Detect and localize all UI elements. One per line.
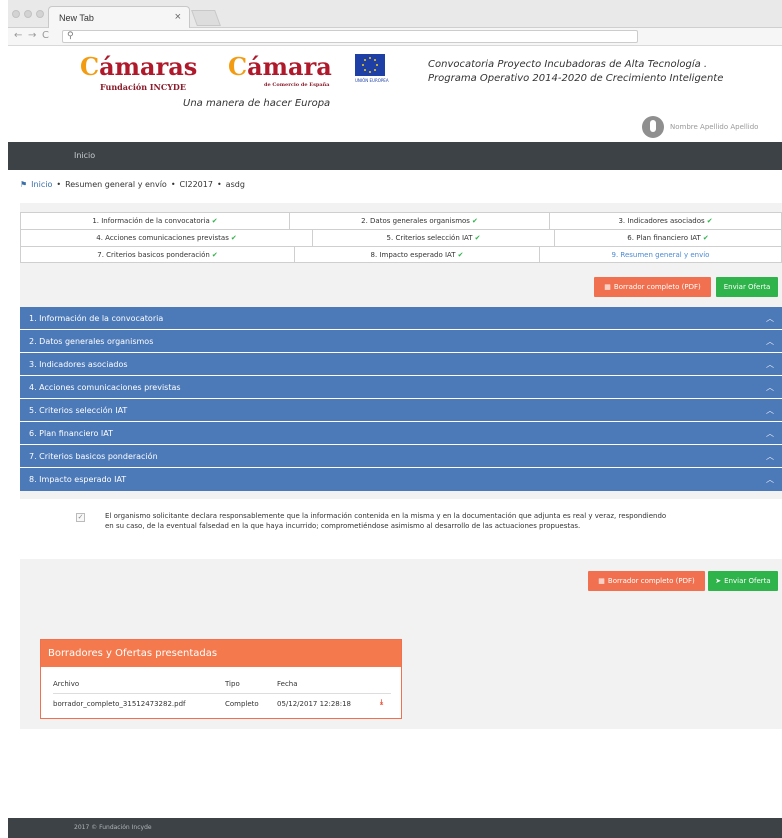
borradores-panel: Borradores y Ofertas presentadas Archivo… — [40, 639, 402, 719]
check-icon: ✔ — [471, 217, 478, 225]
chevron-up-icon: ︿ — [766, 383, 774, 392]
browser-window: New Tab × ← → C ⚲ Cámaras Fundación INCY… — [8, 0, 782, 838]
step-1[interactable]: 1. Información de la convocatoria ✔ — [20, 212, 289, 229]
step-2[interactable]: 2. Datos generales organismos ✔ — [289, 212, 549, 229]
accordion-section-6[interactable]: 6. Plan financiero IAT ︿ — [20, 422, 782, 445]
declaration-checkbox[interactable]: ✓ — [76, 513, 85, 522]
accordion-section-5[interactable]: 5. Criterios selección IAT ︿ — [20, 399, 782, 422]
close-tab-icon[interactable]: × — [175, 11, 181, 23]
accordion-section-3[interactable]: 3. Indicadores asociados ︿ — [20, 353, 782, 376]
chevron-up-icon: ︿ — [766, 337, 774, 346]
enviar-oferta-button-bottom[interactable]: ➤ Enviar Oferta — [708, 571, 778, 591]
step-9-active[interactable]: 9. Resumen general y envío — [539, 246, 782, 263]
panel-title: Borradores y Ofertas presentadas — [41, 640, 401, 667]
minimize-window-button[interactable] — [24, 10, 32, 18]
chevron-up-icon: ︿ — [766, 429, 774, 438]
camara-espana-logo[interactable]: Cámara de Comercio de España — [228, 52, 332, 88]
pdf-icon: ▦ — [598, 577, 605, 585]
accordion-section-8[interactable]: 8. Impacto esperado IAT ︿ — [20, 468, 782, 491]
enviar-oferta-button[interactable]: Enviar Oferta — [716, 277, 778, 297]
browser-tab-bar: New Tab × — [8, 0, 782, 28]
home-icon[interactable]: ⚑ — [20, 180, 27, 189]
send-icon: ➤ — [715, 577, 722, 585]
tagline: Una manera de hacer Europa — [183, 98, 331, 109]
accordion-section-4[interactable]: 4. Acciones comunicaciones previstas ︿ — [20, 376, 782, 399]
step-7[interactable]: 7. Criterios basicos ponderación ✔ — [20, 246, 294, 263]
check-icon: ✔ — [474, 234, 481, 242]
file-date: 05/12/2017 12:28:18 — [277, 700, 352, 708]
accordion-section-1[interactable]: 1. Información de la convocatoria ︿ — [20, 307, 782, 330]
reload-icon[interactable]: C — [42, 30, 49, 41]
browser-tab-title: New Tab — [59, 13, 94, 23]
declaration-box: ✓ El organismo solicitante declara respo… — [20, 499, 782, 559]
file-name[interactable]: borrador_completo_31512473282.pdf — [53, 700, 186, 708]
browser-tab[interactable]: New Tab × — [48, 6, 190, 28]
check-icon: ✔ — [211, 217, 218, 225]
table-row: borrador_completo_31512473282.pdf Comple… — [53, 694, 391, 714]
address-bar[interactable]: ⚲ — [62, 30, 638, 43]
pdf-icon: ▦ — [604, 283, 611, 291]
user-menu[interactable]: Nombre Apellido Apellido — [642, 116, 758, 138]
column-header: Archivo — [53, 680, 80, 688]
chevron-up-icon: ︿ — [766, 360, 774, 369]
main-nav: Inicio — [8, 142, 782, 170]
step-6[interactable]: 6. Plan financiero IAT ✔ — [554, 229, 782, 246]
table-header: Archivo Tipo Fecha — [53, 674, 391, 694]
search-icon: ⚲ — [67, 31, 74, 41]
breadcrumb: ⚑ Inicio • Resumen general y envío • CI2… — [20, 180, 245, 189]
borrador-pdf-button-bottom[interactable]: ▦ Borrador completo (PDF) — [588, 571, 705, 591]
avatar — [642, 116, 664, 138]
wizard-steps: 1. Información de la convocatoria ✔ 2. Da… — [20, 212, 782, 263]
breadcrumb-item: Resumen general y envío — [65, 180, 167, 189]
site-header: Cámaras Fundación INCYDE Cámara de Comer… — [8, 46, 782, 142]
breadcrumb-home[interactable]: Inicio — [31, 180, 52, 189]
check-icon: ✔ — [702, 234, 709, 242]
step-5[interactable]: 5. Criterios selección IAT ✔ — [312, 229, 554, 246]
window-controls — [12, 10, 44, 18]
footer-copyright: 2017 © Fundación Incyde — [74, 824, 152, 831]
breadcrumb-item: CI22017 — [179, 180, 213, 189]
new-tab-button[interactable] — [191, 10, 221, 26]
browser-toolbar: ← → C ⚲ — [8, 28, 782, 46]
close-window-button[interactable] — [12, 10, 20, 18]
nav-item-inicio[interactable]: Inicio — [74, 151, 95, 160]
chevron-up-icon: ︿ — [766, 406, 774, 415]
check-icon: ✔ — [230, 234, 237, 242]
check-icon: ✔ — [457, 250, 464, 259]
declaration-text: El organismo solicitante declara respons… — [105, 512, 667, 530]
eu-label: UNIÓN EUROPEA — [355, 78, 389, 83]
arrow-right-icon[interactable]: → — [28, 30, 36, 41]
step-3[interactable]: 3. Indicadores asociados ✔ — [549, 212, 782, 229]
borrador-pdf-button[interactable]: ▦ Borrador completo (PDF) — [594, 277, 711, 297]
arrow-left-icon[interactable]: ← — [14, 30, 22, 41]
chevron-up-icon: ︿ — [766, 475, 774, 484]
column-header: Tipo — [225, 680, 240, 688]
borradores-table: Archivo Tipo Fecha borrador_completo_315… — [53, 674, 391, 714]
step-8[interactable]: 8. Impacto esperado IAT ✔ — [294, 246, 539, 263]
eu-flag-icon — [355, 54, 385, 76]
file-type: Completo — [225, 700, 259, 708]
accordion-section-2[interactable]: 2. Datos generales organismos ︿ — [20, 330, 782, 353]
chevron-up-icon: ︿ — [766, 314, 774, 323]
maximize-window-button[interactable] — [36, 10, 44, 18]
check-icon: ✔ — [706, 217, 713, 225]
check-icon: ✔ — [211, 250, 218, 259]
column-header: Fecha — [277, 680, 298, 688]
chevron-up-icon: ︿ — [766, 452, 774, 461]
accordion-section-7[interactable]: 7. Criterios basicos ponderación ︿ — [20, 445, 782, 468]
step-4[interactable]: 4. Acciones comunicaciones previstas ✔ — [20, 229, 312, 246]
site-footer: 2017 © Fundación Incyde — [8, 818, 782, 838]
main-content: 1. Información de la convocatoria ✔ 2. Da… — [20, 203, 782, 729]
camaras-incyde-logo[interactable]: Cámaras Fundación INCYDE — [80, 52, 197, 92]
eu-flag-logo: UNIÓN EUROPEA — [355, 54, 389, 88]
user-name: Nombre Apellido Apellido — [670, 123, 759, 131]
convocatoria-title: Convocatoria Proyecto Incubadoras de Alt… — [428, 59, 724, 84]
breadcrumb-item: asdg — [225, 180, 245, 189]
download-icon[interactable]: ⤓ — [380, 698, 383, 707]
